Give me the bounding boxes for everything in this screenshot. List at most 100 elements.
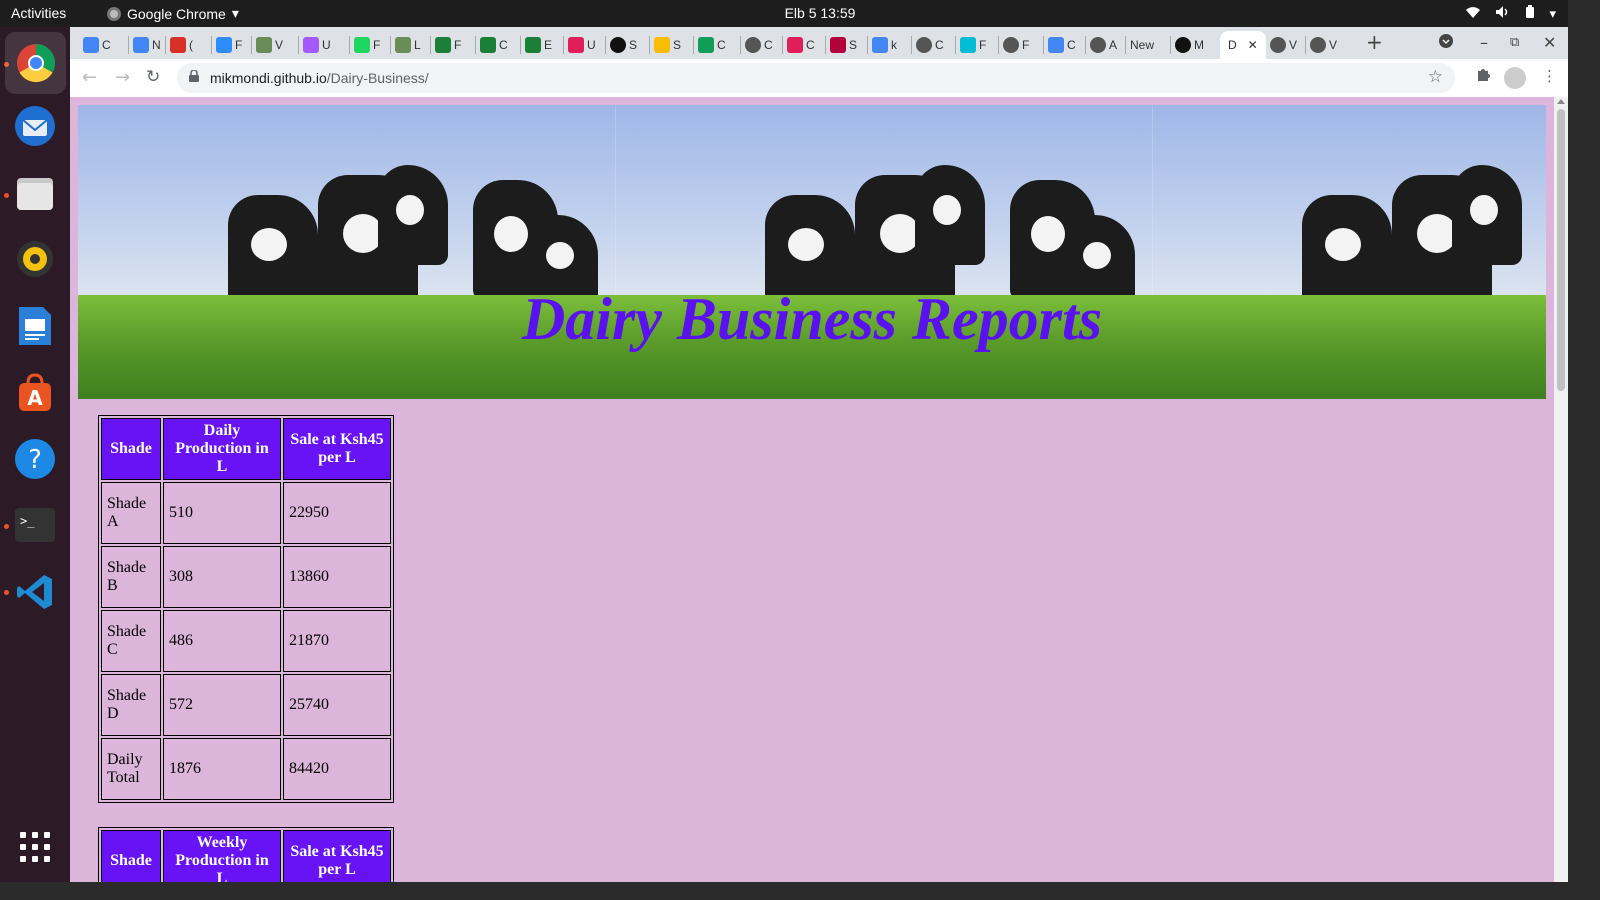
reload-button[interactable]: ↻ <box>146 67 160 87</box>
tab-separator <box>825 36 826 54</box>
browser-tab[interactable]: C <box>745 31 773 59</box>
browser-tab[interactable]: V <box>1310 31 1337 59</box>
header-banner: Dairy Business Reports <box>78 105 1546 399</box>
thunderbird-icon[interactable] <box>11 102 59 150</box>
browser-tab[interactable]: N <box>133 31 161 59</box>
tab-strip: – ⧉ ✕ + C N(F V U F L F C E U S S C C C Sk C F F C A New M D ✕ V V <box>70 27 1568 59</box>
github-icon <box>610 37 626 53</box>
page-viewport: Dairy Business Reports Shade Daily Produc… <box>70 97 1554 882</box>
forward-button[interactable]: → <box>115 67 130 88</box>
table-cell: 21870 <box>283 610 391 672</box>
browser-tab[interactable]: New <box>1130 31 1154 59</box>
weekly-production-table: Shade Weekly Production in L Sale at Ksh45… <box>98 827 394 882</box>
figma-icon <box>303 37 319 53</box>
tab-label: k <box>891 38 897 52</box>
tab-separator <box>1085 36 1086 54</box>
browser-tab[interactable]: ( <box>170 31 193 59</box>
browser-tab[interactable]: F <box>960 31 986 59</box>
rhythmbox-icon[interactable] <box>11 235 59 283</box>
extensions-icon[interactable] <box>1475 67 1491 87</box>
files-icon[interactable] <box>11 169 59 217</box>
new-tab-button[interactable]: + <box>1366 30 1383 54</box>
browser-tab[interactable]: D ✕ <box>1220 31 1266 59</box>
scroll-up-arrow[interactable] <box>1557 99 1565 104</box>
tab-separator <box>475 36 476 54</box>
lock-icon <box>189 70 199 82</box>
writer-icon[interactable] <box>11 302 59 350</box>
clock[interactable]: Elb 5 13:59 <box>0 5 1600 21</box>
browser-tab[interactable]: V <box>1270 31 1297 59</box>
svg-text:>_: >_ <box>20 514 35 528</box>
browser-tab[interactable]: M <box>1175 31 1204 59</box>
tab-label: A <box>1109 38 1118 52</box>
browser-tab[interactable]: U <box>303 31 331 59</box>
close-window-icon[interactable]: ✕ <box>1543 33 1556 52</box>
browser-tab[interactable]: k <box>872 31 897 59</box>
tab-separator <box>782 36 783 54</box>
browser-tab[interactable]: S <box>610 31 637 59</box>
page-title: Dairy Business Reports <box>521 286 1103 352</box>
table-cell: Shade B <box>101 546 161 608</box>
tab-label: F <box>979 38 987 52</box>
help-icon[interactable]: ? <box>11 435 59 483</box>
browser-tab[interactable]: C <box>787 31 815 59</box>
cow-patch <box>494 216 529 252</box>
cow-patch <box>932 195 961 225</box>
w-icon <box>435 37 451 53</box>
tab-separator <box>1170 36 1171 54</box>
calendar-icon <box>83 37 99 53</box>
browser-tab[interactable]: C <box>83 31 111 59</box>
browser-tab[interactable]: F <box>354 31 380 59</box>
browser-tab[interactable]: S <box>654 31 681 59</box>
codesandbox-icon <box>960 37 976 53</box>
tab-label: D <box>1228 38 1237 52</box>
tab-label: S <box>673 38 682 52</box>
slack-icon <box>787 37 803 53</box>
column-header: Shade <box>101 830 161 882</box>
scrollbar-thumb[interactable] <box>1557 109 1565 391</box>
w-icon <box>525 37 541 53</box>
cow-patch <box>250 228 287 261</box>
table-cell: 22950 <box>283 482 391 544</box>
bookmark-star-icon[interactable]: ☆ <box>1428 67 1443 87</box>
close-tab-icon[interactable]: ✕ <box>1248 38 1258 52</box>
slack-red-icon <box>830 37 846 53</box>
tab-separator <box>955 36 956 54</box>
minimize-icon[interactable]: – <box>1480 33 1488 52</box>
back-button[interactable]: ← <box>82 67 97 88</box>
browser-tab[interactable]: V <box>256 31 283 59</box>
browser-tab[interactable]: F <box>435 31 461 59</box>
browser-tab[interactable]: A <box>1090 31 1117 59</box>
vscode-icon[interactable] <box>11 568 59 616</box>
more-menu-icon[interactable]: ⋮ <box>1542 67 1557 85</box>
browser-tab[interactable]: C <box>480 31 508 59</box>
table-cell: 572 <box>163 674 281 736</box>
svg-text:?: ? <box>28 445 42 475</box>
browser-tab[interactable]: U <box>568 31 596 59</box>
tab-separator <box>298 36 299 54</box>
browser-tab[interactable]: F <box>1003 31 1029 59</box>
tab-label: U <box>322 38 331 52</box>
browser-tab[interactable]: F <box>216 31 242 59</box>
chevron-down-icon: ▾ <box>1549 5 1556 21</box>
system-tray[interactable]: ▾ <box>1465 5 1556 22</box>
page-scrollbar[interactable] <box>1554 97 1568 882</box>
browser-tab[interactable]: L <box>395 31 421 59</box>
restore-icon[interactable]: ⧉ <box>1510 35 1519 50</box>
dot-icon <box>354 37 370 53</box>
address-bar[interactable]: mikmondi.github.io/Dairy-Business/ ☆ <box>177 63 1455 93</box>
profile-avatar[interactable] <box>1504 67 1526 89</box>
browser-tab[interactable]: E <box>525 31 552 59</box>
browser-tab[interactable]: S <box>830 31 857 59</box>
chrome-icon[interactable] <box>5 32 66 94</box>
tab-search-icon[interactable] <box>1438 33 1454 53</box>
browser-tab[interactable]: C <box>916 31 944 59</box>
tab-separator <box>1043 36 1044 54</box>
app-grid-icon[interactable] <box>11 823 59 871</box>
terminal-icon[interactable]: >_ <box>11 501 59 549</box>
browser-tab[interactable]: C <box>1048 31 1076 59</box>
tab-label: L <box>414 38 421 52</box>
browser-tab[interactable]: C <box>698 31 726 59</box>
tab-label: N <box>152 38 161 52</box>
software-icon[interactable]: A <box>11 369 59 417</box>
